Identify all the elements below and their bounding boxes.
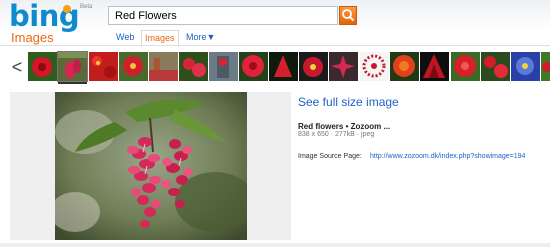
thumbnail[interactable] xyxy=(390,52,419,81)
search-input[interactable] xyxy=(109,7,337,24)
search-button[interactable] xyxy=(339,6,357,25)
flower-photo-icon xyxy=(55,92,247,240)
thumbnail[interactable] xyxy=(239,52,268,81)
thumbnail[interactable] xyxy=(119,52,148,81)
thumbnail[interactable] xyxy=(28,52,57,81)
thumbnail[interactable] xyxy=(209,52,238,81)
thumbnail[interactable] xyxy=(149,52,178,81)
thumbnail[interactable] xyxy=(269,52,298,81)
thumbnail[interactable] xyxy=(89,52,118,81)
tab-web[interactable]: Web xyxy=(116,30,134,45)
search-icon xyxy=(342,9,355,22)
tab-more[interactable]: More▼ xyxy=(186,30,215,45)
see-full-size-link[interactable]: See full size image xyxy=(298,95,399,109)
thumbnail[interactable] xyxy=(481,52,510,81)
thumbnail[interactable] xyxy=(511,52,540,81)
beta-label: Beta xyxy=(80,4,93,10)
thumbnail[interactable] xyxy=(541,52,550,81)
main-flower-image[interactable] xyxy=(55,92,247,240)
source-page-label: Image Source Page: xyxy=(298,153,362,160)
selected-indicator xyxy=(58,82,87,84)
bing-logo[interactable]: bing xyxy=(9,0,80,32)
previous-arrow-icon[interactable]: < xyxy=(11,56,23,78)
thumbnail[interactable] xyxy=(360,52,389,81)
thumbnail[interactable] xyxy=(329,52,358,81)
search-box xyxy=(108,6,338,25)
image-meta: 838 x 650 · 277kB · jpeg xyxy=(298,131,375,138)
thumbnail[interactable] xyxy=(57,51,88,82)
thumbnail[interactable] xyxy=(451,52,480,81)
nav-divider xyxy=(0,45,550,46)
thumbnail[interactable] xyxy=(299,52,328,81)
section-title: Images xyxy=(11,30,54,45)
bottom-divider xyxy=(0,243,550,247)
source-page-link[interactable]: http://www.zozoom.dk/index.php?showimage… xyxy=(370,153,525,160)
thumbnail[interactable] xyxy=(420,52,449,81)
thumbnail[interactable] xyxy=(179,52,208,81)
image-title: Red flowers • Zozoom ... xyxy=(298,122,391,131)
logo-dot-icon xyxy=(63,5,71,13)
